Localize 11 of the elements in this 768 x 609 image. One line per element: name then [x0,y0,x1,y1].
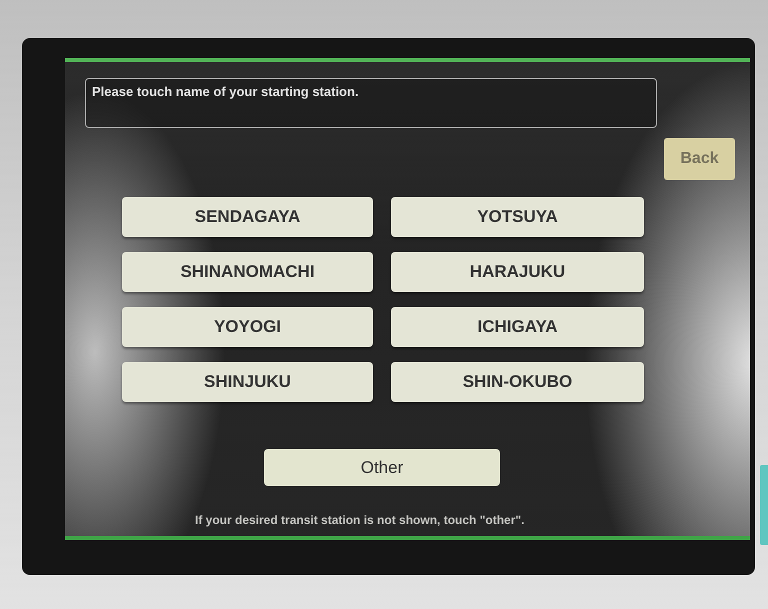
station-button[interactable]: SHINJUKU [122,362,373,402]
station-button[interactable]: HARAJUKU [391,252,644,292]
station-button[interactable]: ICHIGAYA [391,307,644,347]
hint-text: If your desired transit station is not shown, touch "other". [195,513,524,527]
station-button[interactable]: YOYOGI [122,307,373,347]
other-button[interactable]: Other [264,449,500,486]
station-button[interactable]: SENDAGAYA [122,197,373,237]
station-button[interactable]: SHIN-OKUBO [391,362,644,402]
station-button[interactable]: YOTSUYA [391,197,644,237]
station-button[interactable]: SHINANOMACHI [122,252,373,292]
prompt-message: Please touch name of your starting station. [85,78,657,128]
